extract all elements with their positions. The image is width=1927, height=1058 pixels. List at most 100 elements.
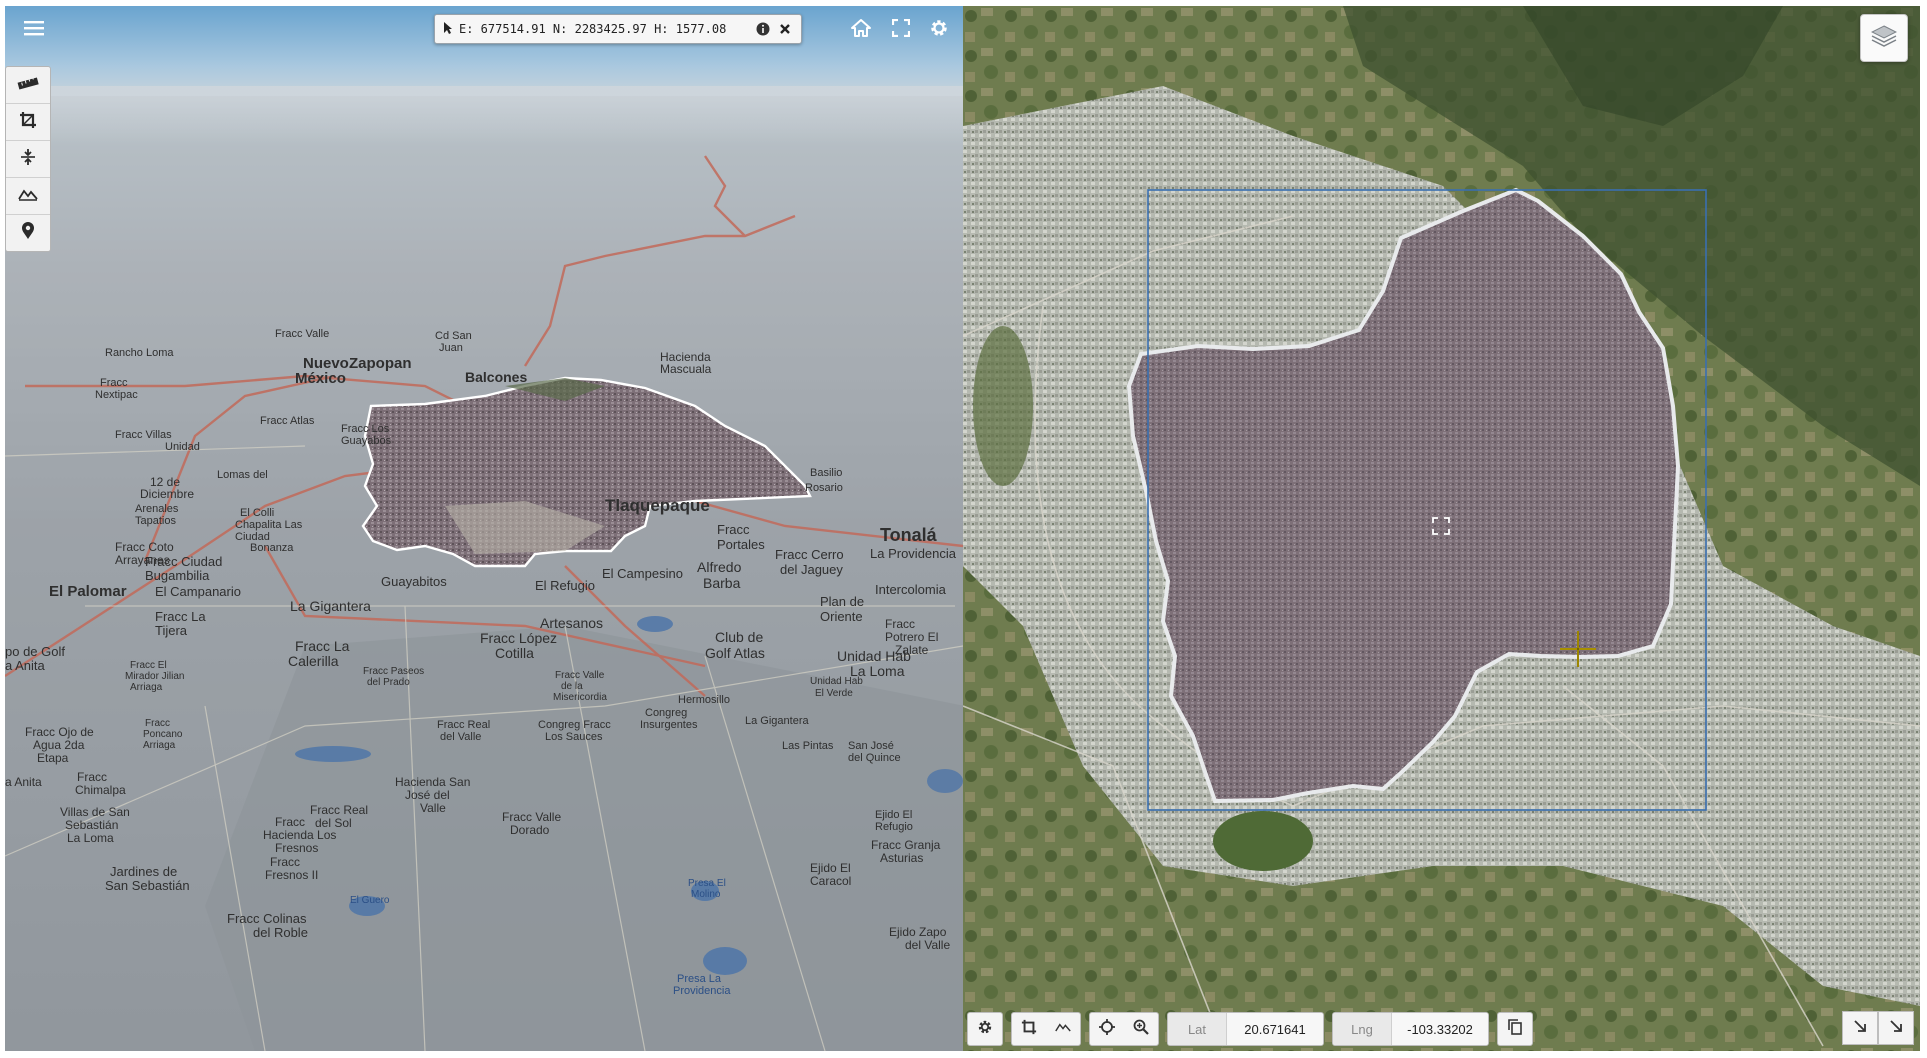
svg-text:San Sebastián: San Sebastián xyxy=(105,878,190,893)
svg-text:Hermosillo: Hermosillo xyxy=(678,694,730,706)
svg-text:Calerilla: Calerilla xyxy=(288,653,339,669)
svg-text:Refugio: Refugio xyxy=(875,821,913,833)
svg-text:Mirador Jilian: Mirador Jilian xyxy=(125,671,184,682)
svg-text:Guayabitos: Guayabitos xyxy=(381,574,447,589)
svg-text:El Verde: El Verde xyxy=(815,688,853,699)
svg-text:El Colli: El Colli xyxy=(240,507,274,519)
tool-group xyxy=(1011,1012,1081,1046)
svg-text:La Gigantera: La Gigantera xyxy=(290,598,371,614)
svg-text:Fracc Colinas: Fracc Colinas xyxy=(227,911,307,926)
svg-text:Club de: Club de xyxy=(715,629,763,645)
svg-text:Las Pintas: Las Pintas xyxy=(782,740,834,752)
arrow-down-right-icon xyxy=(1853,1019,1867,1038)
settings-button-3d[interactable] xyxy=(921,12,957,48)
map-crop-button[interactable] xyxy=(1012,1013,1046,1045)
svg-text:La Loma: La Loma xyxy=(67,831,114,845)
svg-text:Arriaga: Arriaga xyxy=(130,682,163,693)
mountain-icon xyxy=(1055,1020,1071,1038)
copy-coordinates-button[interactable] xyxy=(1498,1013,1532,1045)
svg-text:Nextipac: Nextipac xyxy=(95,389,138,401)
svg-text:Dorado: Dorado xyxy=(510,823,550,837)
settings-group xyxy=(967,1012,1003,1046)
svg-text:Ejido Zapo: Ejido Zapo xyxy=(889,925,947,939)
svg-text:Fracc Coto: Fracc Coto xyxy=(115,540,174,554)
locate-button[interactable] xyxy=(1090,1013,1124,1045)
svg-text:El Guero: El Guero xyxy=(350,895,390,906)
svg-text:Insurgentes: Insurgentes xyxy=(640,719,698,731)
svg-text:Caracol: Caracol xyxy=(810,874,851,888)
map-settings-button[interactable] xyxy=(968,1013,1002,1045)
svg-text:Villas de San: Villas de San xyxy=(60,805,130,819)
gear-icon xyxy=(929,18,949,43)
lng-input[interactable] xyxy=(1392,1013,1488,1045)
svg-text:a Anita: a Anita xyxy=(5,658,46,673)
coordinate-readout-box: E: 677514.91 N: 2283425.97 H: 1577.08 xyxy=(434,14,802,44)
svg-text:Artesanos: Artesanos xyxy=(540,615,603,631)
map-pin-icon xyxy=(21,221,35,245)
fullscreen-button[interactable] xyxy=(883,12,919,48)
svg-text:Presa El: Presa El xyxy=(688,878,726,889)
svg-text:Tijera: Tijera xyxy=(155,623,188,638)
svg-text:Golf Atlas: Golf Atlas xyxy=(705,645,765,661)
svg-text:Congreg: Congreg xyxy=(645,707,687,719)
svg-text:El Campanario: El Campanario xyxy=(155,584,241,599)
copy-icon xyxy=(1508,1018,1522,1040)
layers-icon xyxy=(1870,24,1898,53)
svg-text:Fracc López: Fracc López xyxy=(480,630,557,646)
svg-text:Fracc Valle: Fracc Valle xyxy=(555,670,605,681)
hamburger-icon xyxy=(24,20,44,41)
crop-button[interactable] xyxy=(6,104,50,141)
svg-text:Fracc El: Fracc El xyxy=(130,660,167,671)
svg-text:Ejido El: Ejido El xyxy=(875,809,912,821)
svg-text:Fracc Valle: Fracc Valle xyxy=(502,810,561,824)
svg-text:Presa La: Presa La xyxy=(677,973,722,985)
measure-button[interactable] xyxy=(6,67,50,104)
svg-text:Fracc: Fracc xyxy=(275,815,305,829)
home-button[interactable] xyxy=(843,12,879,48)
svg-text:Hacienda San: Hacienda San xyxy=(395,775,470,789)
svg-text:Balcones: Balcones xyxy=(465,369,527,385)
svg-text:Bonanza: Bonanza xyxy=(250,542,294,554)
3d-terrain-scene[interactable]: Nuevo México Zapopan Balcones Tlaquepaqu… xyxy=(5,6,963,1051)
svg-text:La Providencia: La Providencia xyxy=(870,546,957,561)
lng-label: Lng xyxy=(1333,1013,1392,1045)
map-profile-button[interactable] xyxy=(1046,1013,1080,1045)
collapse-panel-button[interactable] xyxy=(1878,1011,1914,1045)
svg-text:Fresnos: Fresnos xyxy=(275,841,318,855)
svg-text:Oriente: Oriente xyxy=(820,609,863,624)
coordinate-readout: E: 677514.91 N: 2283425.97 H: 1577.08 xyxy=(459,22,727,36)
svg-text:El Palomar: El Palomar xyxy=(49,583,127,600)
locate-group xyxy=(1089,1012,1159,1046)
lat-input[interactable] xyxy=(1227,1013,1323,1045)
close-icon[interactable] xyxy=(777,21,793,37)
svg-text:Los Sauces: Los Sauces xyxy=(545,731,603,743)
menu-button[interactable] xyxy=(16,12,52,48)
pointer-icon xyxy=(443,21,453,38)
svg-text:Arrayanes: Arrayanes xyxy=(115,553,170,567)
svg-text:a Anita: a Anita xyxy=(5,775,42,789)
vertical-exaggeration-button[interactable] xyxy=(6,141,50,178)
svg-text:Arenales: Arenales xyxy=(135,503,179,515)
place-marker-button[interactable] xyxy=(6,215,50,251)
svg-text:Fracc Paseos: Fracc Paseos xyxy=(363,666,424,677)
svg-text:Mascuala: Mascuala xyxy=(660,362,712,376)
resize-panel-button[interactable] xyxy=(1842,1011,1878,1045)
satellite-map[interactable] xyxy=(963,6,1920,1051)
layers-button[interactable] xyxy=(1860,14,1908,62)
3d-viewer[interactable]: Nuevo México Zapopan Balcones Tlaquepaqu… xyxy=(5,6,963,1051)
2d-map[interactable]: Lat Lng xyxy=(963,6,1920,1051)
svg-text:Valle: Valle xyxy=(420,801,446,815)
svg-text:Etapa: Etapa xyxy=(37,751,69,765)
svg-text:Barba: Barba xyxy=(703,575,741,591)
svg-text:Cotilla: Cotilla xyxy=(495,645,534,661)
svg-text:Basilio: Basilio xyxy=(810,467,842,479)
svg-text:del Valle: del Valle xyxy=(905,938,950,952)
info-icon[interactable] xyxy=(755,21,771,37)
svg-text:Fracc Cerro: Fracc Cerro xyxy=(775,547,844,562)
svg-text:Fracc Real: Fracc Real xyxy=(310,803,368,817)
terrain-profile-button[interactable] xyxy=(6,178,50,215)
svg-text:Fracc: Fracc xyxy=(270,855,300,869)
zoom-button[interactable] xyxy=(1124,1013,1158,1045)
svg-text:Fracc: Fracc xyxy=(717,522,750,537)
svg-text:México: México xyxy=(295,370,346,387)
